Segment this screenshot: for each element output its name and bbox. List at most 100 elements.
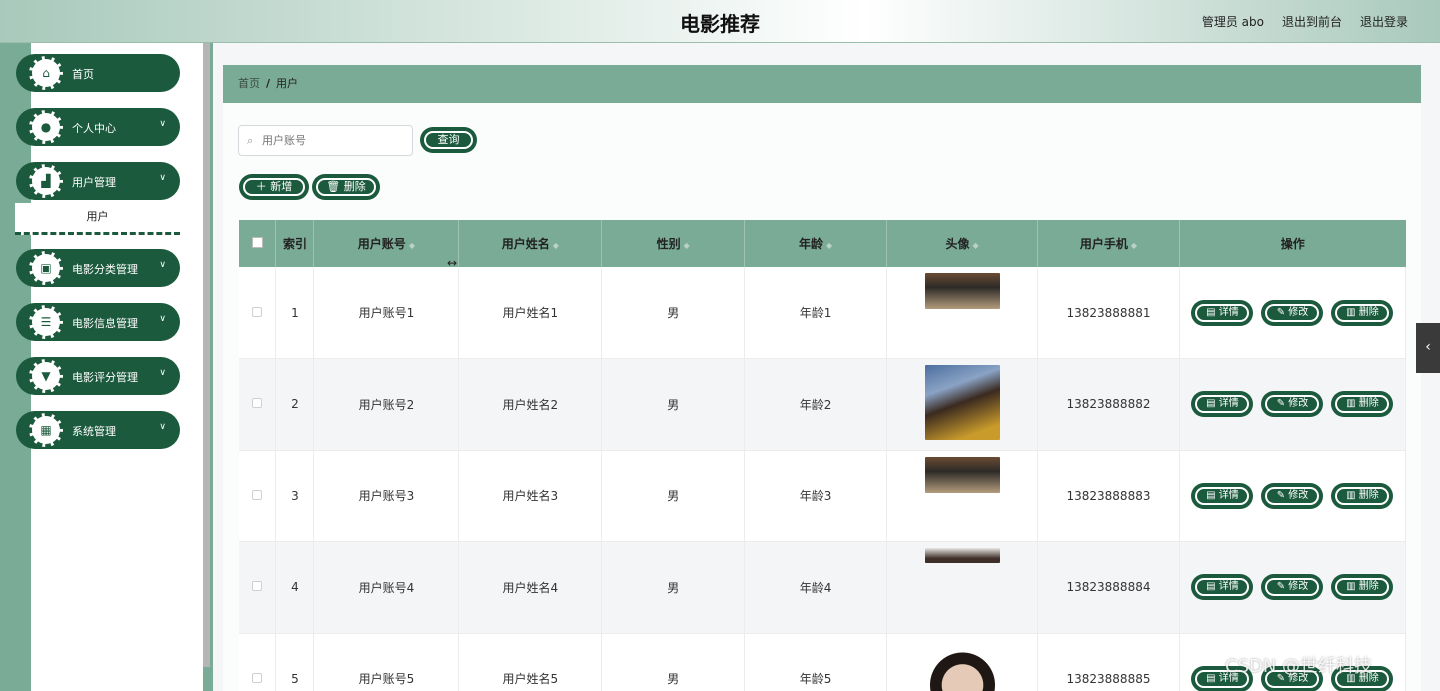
trash-icon: ▥ xyxy=(1346,306,1359,318)
avatar-image[interactable] xyxy=(924,273,1000,309)
column-header-name[interactable]: 用户姓名 ◆ xyxy=(458,220,603,267)
breadcrumb: 首页 / 用户 xyxy=(223,65,1421,103)
row-select-cell[interactable] xyxy=(239,267,277,359)
sort-icon[interactable]: ◆ xyxy=(1131,241,1137,250)
sidebar-item-movie-category[interactable]: ▣ 电影分类管理 ∨ xyxy=(16,249,180,287)
column-header-account[interactable]: 用户账号 ◆ xyxy=(313,220,460,267)
column-header-label: 用户姓名 xyxy=(501,237,550,251)
column-header-phone[interactable]: 用户手机 ◆ xyxy=(1037,220,1180,267)
cell-phone: 13823888882 xyxy=(1037,358,1180,451)
collapse-panel-toggle[interactable]: ‹ xyxy=(1416,323,1440,373)
row-checkbox[interactable] xyxy=(252,489,263,500)
detail-button[interactable]: ▤ 详情 xyxy=(1191,299,1254,326)
edit-button[interactable]: ✎ 修改 xyxy=(1261,482,1324,509)
cell-age: 年龄5 xyxy=(744,633,888,691)
cell-phone: 13823888885 xyxy=(1037,633,1180,691)
avatar-image[interactable] xyxy=(924,456,1000,493)
search-input[interactable] xyxy=(262,134,402,147)
sort-icon[interactable]: ◆ xyxy=(409,241,415,250)
sidebar-item-label: 首页 xyxy=(72,68,94,81)
column-header-label: 用户手机 xyxy=(1079,237,1128,251)
row-checkbox[interactable] xyxy=(252,672,263,683)
sidebar-item-home[interactable]: ⌂ 首页 xyxy=(16,54,180,92)
sort-icon[interactable]: ◆ xyxy=(826,241,832,250)
edit-button[interactable]: ✎ 修改 xyxy=(1261,299,1324,326)
row-checkbox[interactable] xyxy=(252,306,263,317)
submenu-item-user[interactable]: 用户 xyxy=(15,203,180,235)
cell-index: 2 xyxy=(275,358,315,451)
back-to-front-link[interactable]: 退出到前台 xyxy=(1282,13,1342,30)
delete-button[interactable]: ▥ 删除 xyxy=(1331,482,1394,509)
cell-age: 年龄1 xyxy=(744,267,888,359)
sidebar-scrollbar[interactable] xyxy=(203,43,210,667)
row-select-cell[interactable] xyxy=(239,450,277,542)
column-header-age[interactable]: 年龄 ◆ xyxy=(744,220,888,267)
cell-index: 5 xyxy=(275,633,315,691)
sidebar-item-movie-rating[interactable]: ▼ 电影评分管理 ∨ xyxy=(16,357,180,395)
column-header-actions: 操作 xyxy=(1179,220,1406,267)
detail-button[interactable]: ▤ 详情 xyxy=(1191,482,1254,509)
row-select-cell[interactable] xyxy=(239,358,277,451)
cell-actions: ▤ 详情 ✎ 修改 ▥ 删除 xyxy=(1179,358,1407,451)
sidebar-item-movie-info[interactable]: ☰ 电影信息管理 ∨ xyxy=(16,303,180,341)
select-all-header[interactable] xyxy=(239,220,277,267)
chevron-down-icon: ∨ xyxy=(159,314,166,324)
row-checkbox[interactable] xyxy=(252,398,263,409)
cell-gender: 男 xyxy=(601,267,746,359)
delete-label: 删除 xyxy=(1358,306,1379,318)
column-header-index: 索引 xyxy=(275,220,315,267)
add-button-label: 新增 xyxy=(270,180,293,193)
sort-icon[interactable]: ◆ xyxy=(684,241,690,250)
edit-button[interactable]: ✎ 修改 xyxy=(1261,574,1324,601)
briefcase-icon: ▣ xyxy=(29,251,63,285)
sidebar-item-system[interactable]: ▦ 系统管理 ∨ xyxy=(16,411,180,449)
sidebar-item-user-manage[interactable]: ▟ 用户管理 ∨ xyxy=(16,162,180,200)
column-header-gender[interactable]: 性别 ◆ xyxy=(601,220,746,267)
avatar-image[interactable] xyxy=(924,365,1000,440)
cell-phone: 13823888883 xyxy=(1037,450,1180,542)
select-all-checkbox[interactable] xyxy=(251,236,263,248)
sort-icon[interactable]: ◆ xyxy=(553,241,559,250)
table-row: 2 用户账号2 用户姓名2 男 年龄2 13823888882 ▤ 详情 ✎ 修… xyxy=(239,358,1407,451)
row-select-cell[interactable] xyxy=(239,633,277,691)
row-checkbox[interactable] xyxy=(252,581,263,592)
cell-avatar xyxy=(886,267,1038,359)
pencil-icon: ✎ xyxy=(1276,398,1289,410)
edit-label: 修改 xyxy=(1288,489,1309,501)
cell-gender: 男 xyxy=(601,358,746,451)
avatar-image[interactable] xyxy=(924,639,1000,691)
delete-button[interactable]: ▥ 删除 xyxy=(1331,391,1394,418)
document-icon: ▤ xyxy=(1206,306,1219,318)
column-header-avatar[interactable]: 头像 ◆ xyxy=(886,220,1038,267)
header-user-area: 管理员 abo 退出到前台 退出登录 xyxy=(1202,13,1408,30)
delete-button[interactable]: ▥ 删除 xyxy=(1331,299,1394,326)
search-button[interactable]: 查询 xyxy=(420,127,477,153)
detail-button[interactable]: ▤ 详情 xyxy=(1191,574,1254,601)
breadcrumb-current: 用户 xyxy=(276,77,299,90)
sidebar-item-label: 用户管理 xyxy=(72,176,116,189)
table-row: 4 用户账号4 用户姓名4 男 年龄4 13823888884 ▤ 详情 ✎ 修… xyxy=(239,541,1407,634)
add-button[interactable]: ＋ 新增 xyxy=(239,174,309,200)
cell-avatar xyxy=(886,541,1038,634)
cell-account: 用户账号4 xyxy=(313,541,460,634)
sidebar-item-profile[interactable]: ● 个人中心 ∨ xyxy=(16,108,180,146)
detail-label: 详情 xyxy=(1218,306,1239,318)
column-header-label: 年龄 xyxy=(799,237,824,251)
chevron-down-icon: ∨ xyxy=(159,368,166,378)
batch-delete-button[interactable]: 🗑 删除 xyxy=(312,174,380,200)
edit-label: 修改 xyxy=(1288,581,1309,593)
top-header: 电影推荐 管理员 abo 退出到前台 退出登录 xyxy=(0,0,1440,43)
cell-name: 用户姓名3 xyxy=(458,450,603,542)
sliders-icon: ☰ xyxy=(29,305,63,339)
cell-phone: 13823888881 xyxy=(1037,267,1180,359)
avatar-image[interactable] xyxy=(924,548,1000,563)
breadcrumb-home[interactable]: 首页 xyxy=(238,77,260,90)
document-icon: ▤ xyxy=(1206,398,1219,410)
detail-button[interactable]: ▤ 详情 xyxy=(1191,391,1254,418)
edit-button[interactable]: ✎ 修改 xyxy=(1261,391,1324,418)
row-select-cell[interactable] xyxy=(239,541,277,634)
delete-button[interactable]: ▥ 删除 xyxy=(1331,574,1394,601)
search-field[interactable]: ⌕ xyxy=(238,125,413,156)
sort-icon[interactable]: ◆ xyxy=(972,241,978,250)
logout-link[interactable]: 退出登录 xyxy=(1360,13,1408,30)
